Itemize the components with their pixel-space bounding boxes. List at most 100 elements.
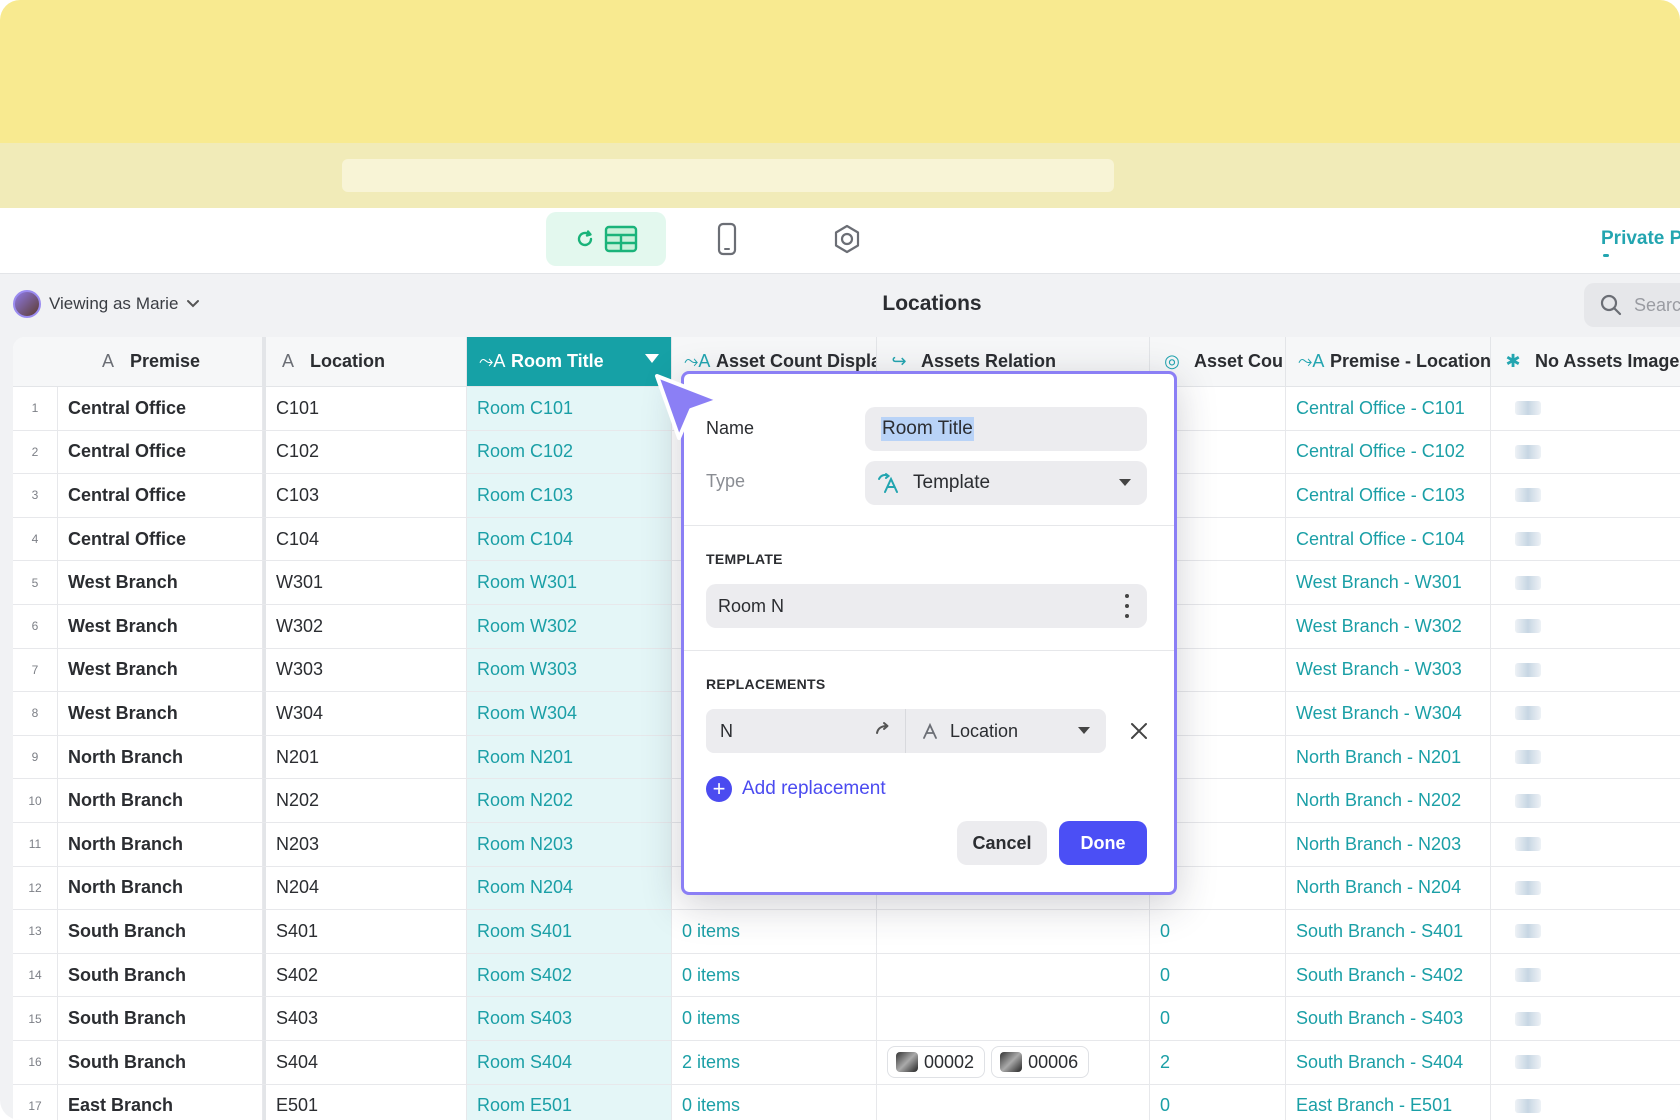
cell-location[interactable]: W302 bbox=[263, 605, 467, 648]
cell-room[interactable]: Room S401 bbox=[467, 910, 672, 953]
cell-room[interactable]: Room W303 bbox=[467, 648, 672, 692]
cell-img[interactable] bbox=[1491, 474, 1680, 517]
cell-premise[interactable]: Central Office bbox=[58, 474, 263, 517]
table-row[interactable]: 17 East Branch E501 Room E501 0 items 0 East B… bbox=[13, 1084, 1680, 1120]
cancel-button[interactable]: Cancel bbox=[957, 821, 1047, 865]
cell-count-display[interactable]: 0 items bbox=[672, 1084, 877, 1120]
cell-img[interactable] bbox=[1491, 692, 1680, 735]
cell-location[interactable]: S402 bbox=[263, 953, 467, 997]
cell-room[interactable]: Room W301 bbox=[467, 561, 672, 604]
cell-location[interactable]: W304 bbox=[263, 692, 467, 735]
cell-pl[interactable]: Central Office - C104 bbox=[1286, 517, 1491, 561]
cell-img[interactable] bbox=[1491, 954, 1680, 997]
layout-tab[interactable] bbox=[667, 212, 787, 266]
data-editor-tab[interactable] bbox=[546, 212, 666, 266]
cell-count-display[interactable]: 0 items bbox=[672, 953, 877, 997]
name-field[interactable]: Room Title bbox=[865, 407, 1147, 451]
address-bar[interactable] bbox=[342, 159, 1114, 192]
cell-room[interactable]: Room E501 bbox=[467, 1084, 672, 1120]
cell-premise[interactable]: North Branch bbox=[58, 779, 263, 822]
cell-img[interactable] bbox=[1491, 387, 1680, 430]
table-row[interactable]: 14 South Branch S402 Room S402 0 items 0 South… bbox=[13, 953, 1680, 998]
cell-location[interactable]: C103 bbox=[263, 474, 467, 517]
cell-room[interactable]: Room N202 bbox=[467, 779, 672, 822]
column-header[interactable]: A Premise bbox=[58, 337, 263, 387]
cell-premise[interactable]: North Branch bbox=[58, 823, 263, 866]
cell-location[interactable]: N201 bbox=[263, 735, 467, 779]
cell-premise[interactable]: South Branch bbox=[58, 953, 263, 997]
cell-premise[interactable]: Central Office bbox=[58, 387, 263, 430]
cell-premise[interactable]: South Branch bbox=[58, 910, 263, 953]
table-row[interactable]: 13 South Branch S401 Room S401 0 items 0 South… bbox=[13, 910, 1680, 954]
asset-chip[interactable]: 00002 bbox=[887, 1046, 986, 1079]
cell-pl[interactable]: North Branch - N204 bbox=[1286, 866, 1491, 910]
cell-img[interactable] bbox=[1491, 910, 1680, 953]
cell-img[interactable] bbox=[1491, 779, 1680, 822]
cell-pl[interactable]: West Branch - W301 bbox=[1286, 561, 1491, 604]
asset-chip[interactable]: 00006 bbox=[991, 1046, 1090, 1079]
column-header[interactable]: ✱ No Assets Image bbox=[1491, 337, 1680, 387]
cell-location[interactable]: N203 bbox=[263, 823, 467, 866]
cell-room[interactable]: Room W304 bbox=[467, 692, 672, 735]
cell-premise[interactable]: West Branch bbox=[58, 692, 263, 735]
table-row[interactable]: 16 South Branch S404 Room S404 2 items 00002 0… bbox=[13, 1041, 1680, 1085]
cell-premise[interactable]: South Branch bbox=[58, 997, 263, 1040]
cell-room[interactable]: Room N203 bbox=[467, 823, 672, 866]
cell-premise[interactable]: North Branch bbox=[58, 735, 263, 779]
cell-location[interactable]: C102 bbox=[263, 430, 467, 474]
cell-relation[interactable] bbox=[877, 953, 1150, 997]
cell-pl[interactable]: South Branch - S402 bbox=[1286, 953, 1491, 997]
cell-count-display[interactable]: 0 items bbox=[672, 910, 877, 953]
cell-location[interactable]: S404 bbox=[263, 1041, 467, 1084]
done-button[interactable]: Done bbox=[1059, 821, 1147, 865]
cell-location[interactable]: C101 bbox=[263, 387, 467, 430]
cell-location[interactable]: W301 bbox=[263, 561, 467, 604]
cell-count[interactable]: 2 bbox=[1150, 1041, 1286, 1084]
replacement-column-dropdown[interactable]: Location bbox=[906, 709, 1106, 753]
cell-premise[interactable]: North Branch bbox=[58, 866, 263, 910]
cell-premise[interactable]: Central Office bbox=[58, 430, 263, 474]
cell-relation[interactable]: 00002 00006 bbox=[877, 1041, 1150, 1084]
cell-img[interactable] bbox=[1491, 431, 1680, 474]
cell-pl[interactable]: Central Office - C101 bbox=[1286, 387, 1491, 430]
cell-pl[interactable]: Central Office - C103 bbox=[1286, 474, 1491, 517]
cell-premise[interactable]: East Branch bbox=[58, 1084, 263, 1120]
cell-img[interactable] bbox=[1491, 605, 1680, 648]
cell-img[interactable] bbox=[1491, 997, 1680, 1040]
settings-tab[interactable] bbox=[787, 212, 907, 266]
cell-count[interactable]: 0 bbox=[1150, 910, 1286, 953]
cell-img[interactable] bbox=[1491, 1085, 1680, 1120]
cell-location[interactable]: C104 bbox=[263, 517, 467, 561]
cell-premise[interactable]: Central Office bbox=[58, 517, 263, 561]
cell-room[interactable]: Room S402 bbox=[467, 953, 672, 997]
cell-count[interactable]: 0 bbox=[1150, 997, 1286, 1040]
cell-pl[interactable]: North Branch - N202 bbox=[1286, 779, 1491, 822]
type-dropdown[interactable]: Template bbox=[865, 461, 1147, 505]
cell-pl[interactable]: South Branch - S404 bbox=[1286, 1041, 1491, 1084]
more-options-icon[interactable] bbox=[1125, 594, 1129, 618]
cell-location[interactable]: S401 bbox=[263, 910, 467, 953]
cell-pl[interactable]: West Branch - W302 bbox=[1286, 605, 1491, 648]
cell-location[interactable]: N202 bbox=[263, 779, 467, 822]
cell-pl[interactable]: West Branch - W303 bbox=[1286, 648, 1491, 692]
cell-location[interactable]: W303 bbox=[263, 648, 467, 692]
cell-pl[interactable]: East Branch - E501 bbox=[1286, 1084, 1491, 1120]
column-header[interactable]: ⤳A Premise - Location bbox=[1286, 337, 1491, 387]
cell-pl[interactable]: South Branch - S403 bbox=[1286, 997, 1491, 1040]
cell-pl[interactable]: North Branch - N203 bbox=[1286, 823, 1491, 866]
cell-count-display[interactable]: 0 items bbox=[672, 997, 877, 1040]
private-preview-link[interactable]: Private P bbox=[1601, 228, 1680, 250]
cell-relation[interactable] bbox=[877, 997, 1150, 1040]
cell-img[interactable] bbox=[1491, 561, 1680, 604]
cell-premise[interactable]: West Branch bbox=[58, 561, 263, 604]
cell-room[interactable]: Room N201 bbox=[467, 735, 672, 779]
remove-replacement-button[interactable] bbox=[1122, 714, 1156, 748]
cell-pl[interactable]: South Branch - S401 bbox=[1286, 910, 1491, 953]
cell-room[interactable]: Room C103 bbox=[467, 474, 672, 517]
column-header[interactable]: A Location bbox=[263, 337, 467, 387]
cell-img[interactable] bbox=[1491, 1041, 1680, 1084]
cell-img[interactable] bbox=[1491, 518, 1680, 561]
template-input[interactable]: Room N bbox=[706, 584, 1147, 628]
cell-premise[interactable]: West Branch bbox=[58, 605, 263, 648]
cell-img[interactable] bbox=[1491, 736, 1680, 779]
